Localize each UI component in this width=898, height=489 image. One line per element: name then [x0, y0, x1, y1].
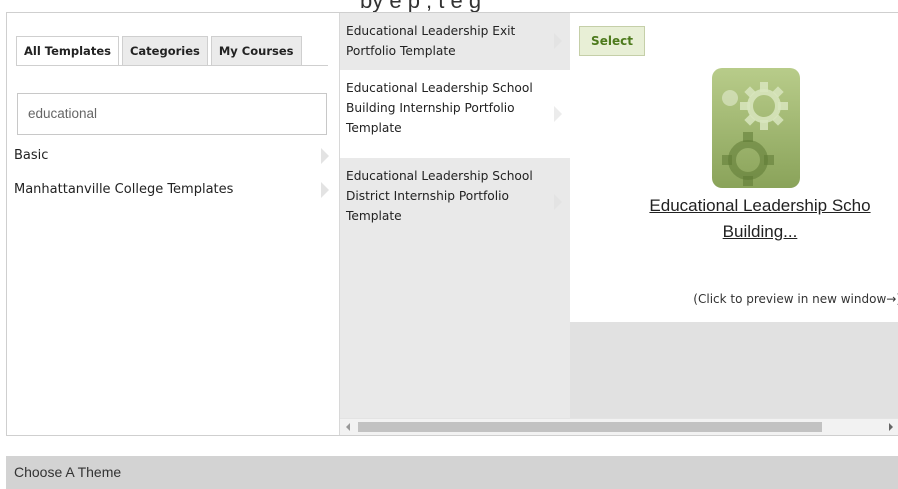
- scroll-left-icon[interactable]: [346, 423, 350, 431]
- choose-theme-section[interactable]: Choose A Theme: [6, 456, 898, 489]
- template-item-label: Educational Leadership Exit Portfolio Te…: [346, 24, 516, 58]
- gears-icon[interactable]: [712, 68, 800, 188]
- horizontal-scrollbar[interactable]: [340, 418, 898, 435]
- cropped-heading-text: by e p , t e g: [360, 0, 481, 12]
- scrollbar-thumb[interactable]: [358, 422, 822, 432]
- preview-hint: (Click to preview in new window→): [693, 292, 898, 306]
- template-item-district-internship[interactable]: Educational Leadership School District I…: [340, 158, 570, 246]
- template-preview-column: Select Educational Leadership Scho Build…: [570, 13, 898, 418]
- template-title-line2: Building...: [722, 222, 798, 241]
- tab-categories[interactable]: Categories: [121, 36, 208, 66]
- category-item-basic[interactable]: Basic: [7, 143, 329, 169]
- choose-theme-label: Choose A Theme: [14, 464, 122, 480]
- template-title-link[interactable]: Educational Leadership Scho Building...: [590, 193, 898, 245]
- tab-all-templates[interactable]: All Templates: [16, 36, 119, 66]
- category-item-manhattanville[interactable]: Manhattanville College Templates: [7, 177, 329, 203]
- template-preview-panel: Select Educational Leadership Scho Build…: [570, 13, 898, 322]
- chevron-right-icon: [554, 33, 562, 49]
- template-item-label: Educational Leadership School District I…: [346, 169, 533, 223]
- category-item-label: Basic: [14, 148, 49, 163]
- template-browser: All Templates Categories My Courses educ…: [6, 12, 898, 436]
- template-item-label: Educational Leadership School Building I…: [346, 81, 533, 135]
- cropped-heading: by e p , t e g: [0, 0, 898, 12]
- chevron-right-icon: [554, 106, 562, 122]
- template-item-building-internship[interactable]: Educational Leadership School Building I…: [340, 70, 570, 158]
- tabs-divider: [16, 65, 328, 66]
- template-item-exit-portfolio[interactable]: Educational Leadership Exit Portfolio Te…: [340, 13, 570, 70]
- template-source-column: All Templates Categories My Courses educ…: [7, 13, 340, 435]
- chevron-right-icon: [554, 194, 562, 210]
- scroll-right-icon[interactable]: [889, 423, 893, 431]
- template-title-line1: Educational Leadership Scho: [649, 196, 871, 215]
- template-tabs: All Templates Categories My Courses: [16, 36, 305, 66]
- chevron-right-icon: [321, 148, 329, 164]
- template-search-input[interactable]: educational: [17, 93, 327, 135]
- select-template-button[interactable]: Select: [579, 26, 645, 56]
- chevron-right-icon: [321, 182, 329, 198]
- tab-my-courses[interactable]: My Courses: [210, 36, 302, 66]
- category-item-label: Manhattanville College Templates: [14, 182, 234, 197]
- template-list-column: Educational Leadership Exit Portfolio Te…: [340, 13, 570, 418]
